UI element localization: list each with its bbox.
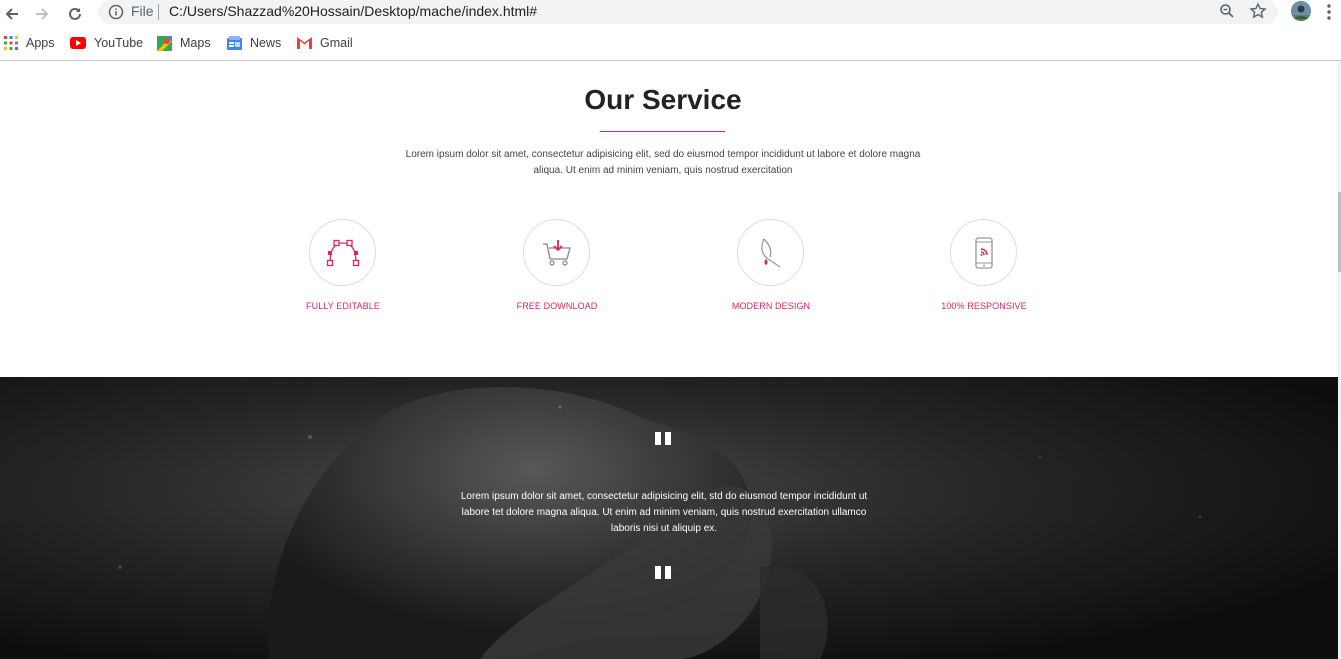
mobile-icon: [974, 236, 993, 269]
open-quote-icon: [654, 432, 672, 446]
bookmarks-bar: Apps YouTube Maps News Gmail: [0, 29, 1341, 61]
testimonial-section: Lorem ipsum dolor sit amet, consectetur …: [0, 377, 1338, 659]
bookmark-star-icon[interactable]: [1249, 2, 1267, 25]
back-arrow-icon: [5, 8, 18, 20]
bookmark-gmail[interactable]: Gmail: [297, 35, 353, 51]
bookmark-label: Maps: [180, 36, 211, 50]
reload-icon: [69, 7, 81, 20]
address-bar[interactable]: File C:/Users/Shazzad%20Hossain/Desktop/…: [98, 0, 1278, 24]
bookmark-label: Gmail: [320, 36, 353, 50]
url-scheme: File: [131, 3, 154, 19]
cart-download-icon: [542, 239, 571, 266]
feature-icon-circle: [309, 219, 376, 286]
forward-arrow-icon: [36, 8, 49, 20]
bookmark-label: Apps: [26, 36, 55, 50]
apps-grid-icon: [4, 36, 18, 50]
testimonial-text: Lorem ipsum dolor sit amet, consectetur …: [460, 491, 868, 534]
feature-icon-circle: [523, 219, 590, 286]
profile-avatar[interactable]: [1291, 1, 1311, 21]
url-text[interactable]: C:/Users/Shazzad%20Hossain/Desktop/mache…: [169, 3, 537, 19]
bookmark-maps[interactable]: Maps: [157, 35, 211, 51]
feature-label: FULLY EDITABLE: [306, 301, 380, 311]
feature-label: FREE DOWNLOAD: [516, 301, 598, 311]
bookmark-label: News: [250, 36, 282, 50]
maps-icon: [157, 35, 172, 51]
more-menu-icon[interactable]: [1326, 3, 1332, 26]
bookmark-youtube[interactable]: YouTube: [70, 35, 143, 51]
back-button[interactable]: [0, 2, 24, 26]
section-title: Our Service: [584, 84, 742, 115]
zoom-icon[interactable]: [1219, 3, 1235, 24]
info-icon[interactable]: [108, 4, 124, 25]
feature-label: 100% RESPONSIVE: [941, 301, 1027, 311]
page-viewport: Our Service Lorem ipsum dolor sit amet, …: [0, 62, 1341, 659]
feature-label: MODERN DESIGN: [731, 301, 811, 311]
section-description: Lorem ipsum dolor sit amet, consectetur …: [405, 149, 921, 176]
bookmark-news[interactable]: News: [227, 35, 281, 51]
gmail-icon: [297, 37, 312, 49]
feature-icon-circle: [950, 219, 1017, 286]
bezier-curve-icon: [326, 239, 359, 266]
youtube-icon: [70, 37, 86, 49]
bookmark-apps[interactable]: Apps: [4, 35, 55, 51]
news-icon: [227, 36, 242, 50]
pen-nib-icon: [760, 238, 780, 268]
close-quote-icon: [654, 566, 672, 580]
browser-toolbar: File C:/Users/Shazzad%20Hossain/Desktop/…: [0, 0, 1341, 29]
feature-icon-circle: [737, 219, 804, 286]
url-separator: [158, 4, 159, 20]
title-underline: [600, 131, 725, 132]
reload-button[interactable]: [63, 2, 87, 26]
forward-button[interactable]: [30, 2, 54, 26]
bookmark-label: YouTube: [94, 36, 144, 50]
